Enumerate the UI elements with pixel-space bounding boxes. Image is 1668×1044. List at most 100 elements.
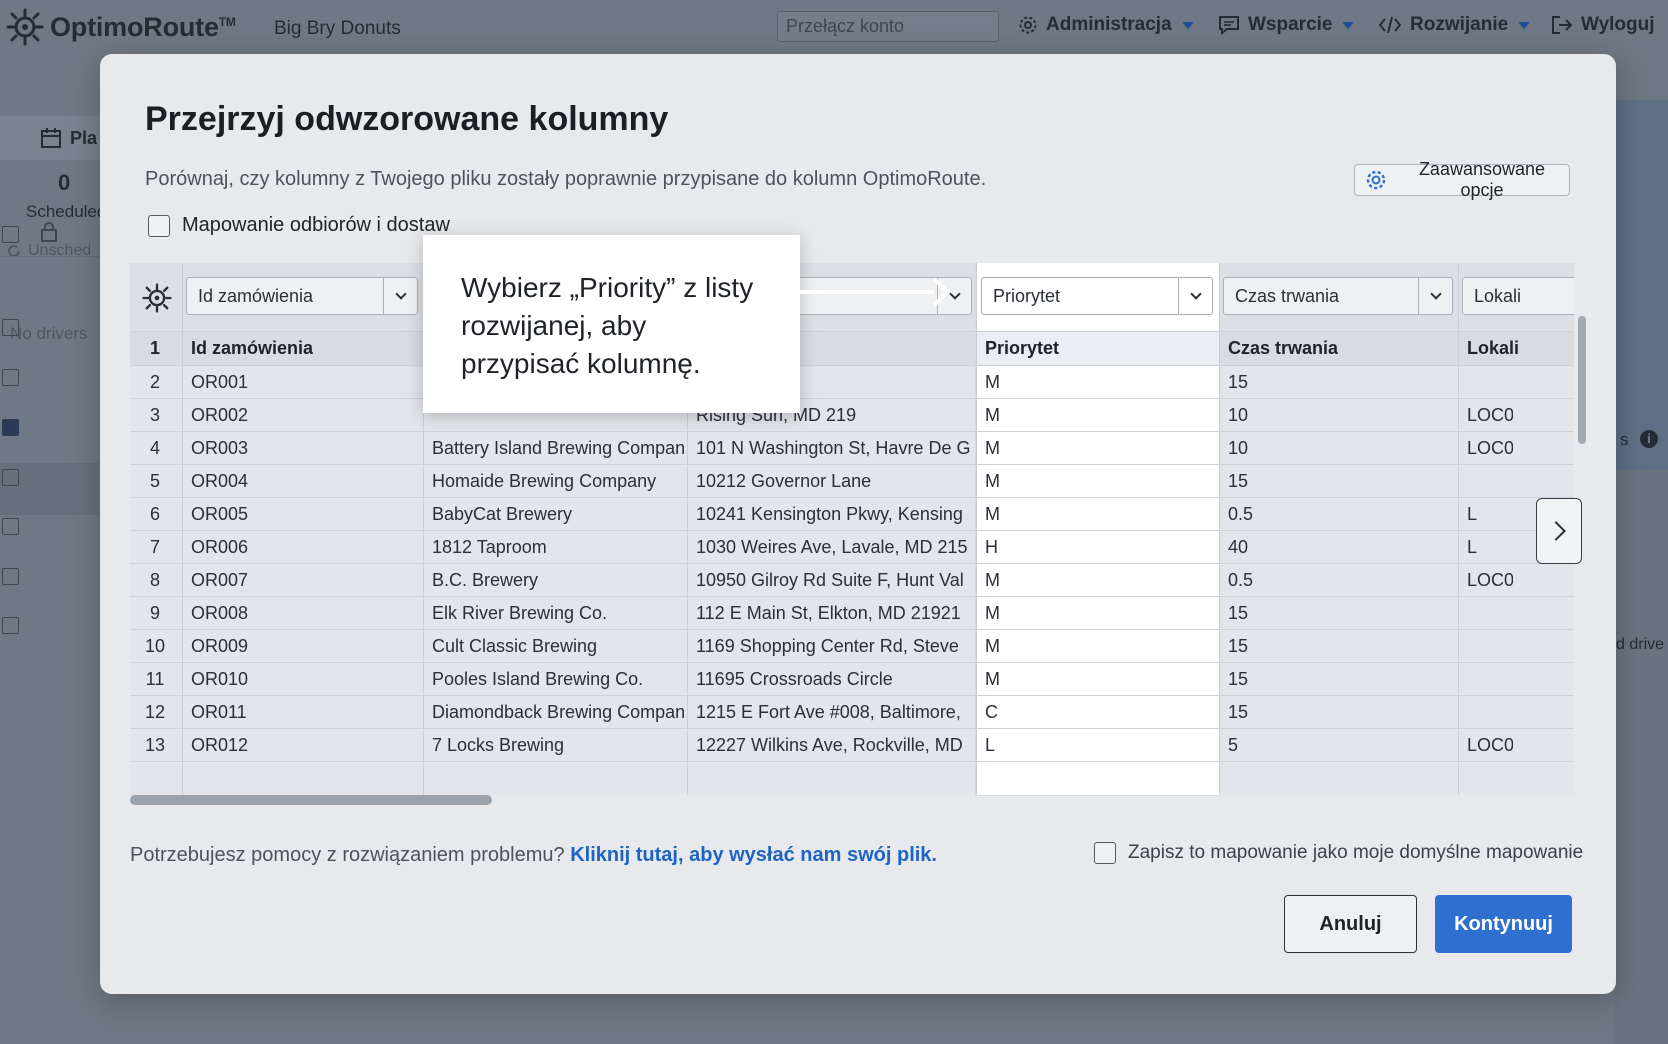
settings-icon[interactable]	[142, 283, 172, 318]
location-name-cell: B.C. Brewery	[432, 570, 539, 590]
right-fragment: s	[1620, 430, 1629, 449]
map-area	[1614, 100, 1668, 470]
continue-button[interactable]: Kontynuuj	[1435, 895, 1572, 953]
chevron-down-icon	[1418, 278, 1452, 314]
sidebar: Pla 0 Scheduled Unsched No drivers	[0, 56, 106, 1044]
right-fragment: d drive	[1616, 636, 1665, 653]
no-drivers-label: No drivers	[10, 324, 88, 343]
row-checkbox[interactable]	[2, 319, 19, 336]
order-id-cell: OR008	[191, 603, 249, 623]
file-header-cell: Czas trwania	[1228, 338, 1339, 358]
save-default-checkbox[interactable]	[1094, 842, 1116, 864]
priority-cell: C	[985, 702, 998, 722]
sidebar-tab-plan[interactable]: Pla	[0, 116, 102, 160]
switch-account-input[interactable]	[777, 11, 999, 42]
row-checkbox[interactable]	[2, 568, 19, 585]
help-text: Potrzebujesz pomocy z rozwiązaniem probl…	[130, 844, 937, 866]
duration-cell: 15	[1228, 372, 1249, 392]
mapping-select-duration[interactable]: Czas trwania	[1223, 277, 1453, 315]
row-checkbox[interactable]	[2, 518, 19, 535]
unscheduled-label: Unsched	[6, 242, 91, 260]
nav-logout[interactable]: Wyloguj	[1551, 14, 1655, 36]
scroll-right-button[interactable]	[1536, 498, 1582, 564]
order-id-cell: OR005	[191, 504, 249, 524]
save-default-mapping[interactable]: Zapisz to mapowanie jako moje domyślne m…	[1094, 842, 1583, 864]
cancel-button[interactable]: Anuluj	[1284, 895, 1417, 953]
vertical-scrollbar[interactable]	[1578, 316, 1586, 444]
location-name-cell: BabyCat Brewery	[432, 504, 573, 524]
nav-develop[interactable]: Rozwijanie	[1378, 14, 1531, 36]
mapping-select-priority[interactable]: Priorytet	[981, 277, 1213, 315]
order-id-cell: OR012	[191, 735, 249, 755]
nav-logout-label: Wyloguj	[1581, 14, 1655, 35]
mapping-select-order-id[interactable]: Id zamówienia	[186, 277, 418, 315]
priority-cell: L	[985, 735, 996, 755]
address-cell: 1215 E Fort Ave #008, Baltimore,	[696, 702, 961, 722]
nav-admin-label: Administracja	[1046, 14, 1172, 35]
row-number: 8	[149, 570, 160, 590]
row-number: 9	[149, 603, 160, 623]
code-icon	[1378, 16, 1402, 34]
priority-cell: M	[985, 636, 1000, 656]
nav-support[interactable]: Wsparcie	[1218, 14, 1355, 36]
file-header-cell: Id zamówienia	[191, 338, 314, 358]
row-checkbox[interactable]	[2, 369, 19, 386]
pickup-delivery-mapping[interactable]: Mapowanie odbiorów i dostaw	[148, 214, 450, 237]
address-cell: 10212 Governor Lane	[696, 471, 872, 491]
address-cell: 10241 Kensington Pkwy, Kensing	[696, 504, 963, 524]
location-name-cell: Elk River Brewing Co.	[432, 603, 608, 623]
address-cell: 112 E Main St, Elkton, MD 21921	[696, 603, 961, 623]
row-number: 5	[149, 471, 160, 491]
advanced-options-button[interactable]: Zaawansowane opcje	[1354, 159, 1570, 200]
priority-cell: M	[985, 669, 1000, 689]
address-cell: 1030 Weires Ave, Lavale, MD 215	[696, 537, 968, 557]
duration-cell: 15	[1228, 471, 1249, 491]
duration-cell: 15	[1228, 636, 1249, 656]
priority-cell: M	[985, 438, 1000, 458]
horizontal-scrollbar[interactable]	[130, 795, 1574, 806]
modal-subtitle: Porównaj, czy kolumny z Twojego pliku zo…	[145, 168, 987, 190]
duration-cell: 15	[1228, 702, 1249, 722]
info-icon[interactable]: i	[1640, 430, 1658, 448]
select-all-checkbox[interactable]	[2, 226, 19, 243]
priority-cell: M	[985, 570, 1000, 590]
calendar-icon	[41, 128, 61, 148]
location-id-cell: LOC0	[1467, 570, 1513, 590]
send-file-link[interactable]: Kliknij tutaj, aby wysłać nam swój plik.	[570, 844, 937, 866]
logout-icon	[1552, 16, 1573, 34]
row-checkbox[interactable]	[2, 469, 19, 486]
row-checkbox-checked[interactable]	[2, 419, 19, 436]
scrollbar-thumb[interactable]	[130, 795, 492, 805]
chevron-right-icon	[1546, 521, 1566, 541]
review-columns-modal: Przejrzyj odwzorowane kolumny Porównaj, …	[100, 54, 1616, 994]
lock-icon[interactable]	[40, 221, 58, 243]
mapping-select-location[interactable]: Lokali	[1462, 277, 1574, 315]
logo-gear-icon	[142, 283, 172, 313]
row-number: 4	[149, 438, 160, 458]
order-id-cell: OR003	[191, 438, 249, 458]
logo[interactable]: OptimoRouteTM	[6, 8, 236, 46]
row-number: 7	[149, 537, 160, 557]
gear-icon	[1366, 170, 1386, 190]
row-number: 13	[144, 735, 166, 755]
nav-admin[interactable]: Administracja	[1018, 14, 1194, 36]
location-name-cell: Diamondback Brewing Company	[432, 702, 684, 722]
file-header-row	[130, 331, 1574, 365]
row-number: 11	[145, 669, 165, 689]
duration-cell: 15	[1228, 603, 1249, 623]
location-id-cell: LOC0	[1467, 735, 1513, 755]
chevron-down-icon	[1181, 21, 1194, 29]
location-name-cell: Battery Island Brewing Company	[432, 438, 684, 458]
top-bar: OptimoRouteTM Big Bry Donuts Administrac…	[0, 0, 1668, 56]
address-cell: 12227 Wilkins Ave, Rockville, MD	[696, 735, 963, 755]
order-id-cell: OR004	[191, 471, 249, 491]
row-number: 3	[149, 405, 160, 425]
order-id-cell: OR009	[191, 636, 249, 656]
row-checkbox[interactable]	[2, 617, 19, 634]
logo-text: OptimoRouteTM	[50, 11, 236, 42]
save-default-label: Zapisz to mapowanie jako moje domyślne m…	[1128, 842, 1584, 863]
priority-cell: M	[985, 405, 1000, 425]
pickup-delivery-checkbox[interactable]	[148, 214, 170, 237]
priority-cell: M	[985, 504, 1000, 524]
location-id-cell: LOC0	[1467, 405, 1513, 425]
